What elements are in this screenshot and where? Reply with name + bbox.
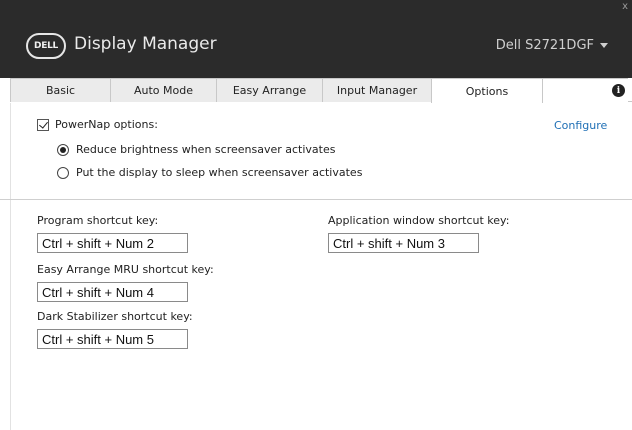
app-title: Display Manager [74,34,217,54]
tab-easy-arrange[interactable]: Easy Arrange [216,78,323,102]
tab-label: Input Manager [336,84,418,97]
radio-display-sleep[interactable]: Put the display to sleep when screensave… [57,166,362,179]
program-shortcut-label: Program shortcut key: [37,214,159,227]
title-bar: DELL Display Manager Dell S2721DGF x [0,0,632,78]
tab-label: Easy Arrange [232,84,307,97]
easy-arrange-mru-shortcut-field[interactable]: Ctrl + shift + Num 4 [37,282,188,302]
tab-label: Auto Mode [133,84,193,97]
close-icon[interactable]: x [622,1,628,12]
radio-button[interactable] [57,166,69,179]
radio-button-selected[interactable] [57,143,69,156]
tab-label: Options [465,84,509,98]
tab-input-manager[interactable]: Input Manager [322,78,432,102]
easy-arrange-mru-shortcut-label: Easy Arrange MRU shortcut key: [37,263,214,276]
program-shortcut-field[interactable]: Ctrl + shift + Num 2 [37,233,188,253]
app-window-shortcut-label: Application window shortcut key: [328,214,510,227]
options-panel: PowerNap options: Configure Reduce brigh… [0,103,632,430]
dell-logo: DELL [26,33,66,59]
configure-link[interactable]: Configure [554,119,607,132]
chevron-down-icon [600,43,608,48]
tab-bar: Basic Auto Mode Easy Arrange Input Manag… [10,78,632,103]
tab-auto-mode[interactable]: Auto Mode [110,78,217,102]
powernap-label: PowerNap options: [55,118,158,131]
dark-stabilizer-shortcut-label: Dark Stabilizer shortcut key: [37,310,193,323]
radio-reduce-brightness[interactable]: Reduce brightness when screensaver activ… [57,143,335,156]
section-divider [0,199,632,200]
dark-stabilizer-shortcut-field[interactable]: Ctrl + shift + Num 5 [37,329,188,349]
tab-info[interactable]: i [542,78,628,102]
info-icon[interactable]: i [612,84,625,97]
tab-basic[interactable]: Basic [10,78,111,102]
tab-label: Basic [45,84,76,97]
app-window-shortcut-field[interactable]: Ctrl + shift + Num 3 [328,233,479,253]
powernap-option[interactable]: PowerNap options: [37,118,158,131]
monitor-selector[interactable]: Dell S2721DGF [496,38,608,53]
display-manager-window: DELL Display Manager Dell S2721DGF x Bas… [0,0,632,430]
radio-label: Reduce brightness when screensaver activ… [76,143,336,156]
powernap-checkbox[interactable] [37,118,49,131]
radio-label: Put the display to sleep when screensave… [76,166,363,179]
monitor-name: Dell S2721DGF [495,38,594,53]
panel-border [10,103,11,430]
tab-options[interactable]: Options [431,78,543,103]
